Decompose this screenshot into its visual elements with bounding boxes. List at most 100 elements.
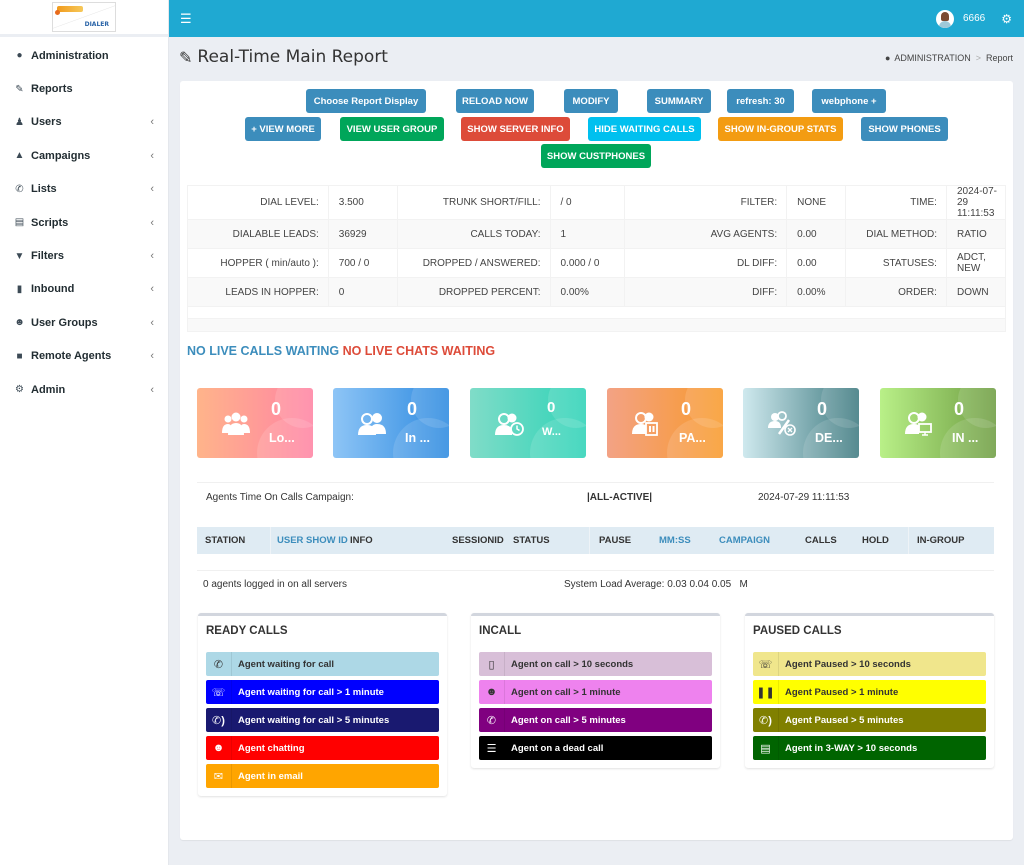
chevron-left-icon: ‹ xyxy=(150,350,154,363)
card-label: Lo... xyxy=(269,431,295,445)
webphone-button[interactable]: webphone + xyxy=(812,89,886,113)
stat-value-statuses: ADCT, NEW xyxy=(945,248,1007,278)
view-user-group-button[interactable]: VIEW USER GROUP xyxy=(340,117,444,141)
stat-value-dial-level: 3.500 xyxy=(327,185,398,220)
legend-item-label: Agent on call > 10 seconds xyxy=(511,658,634,670)
card-label: PA... xyxy=(679,431,706,445)
stat-value-filter: NONE xyxy=(786,185,847,220)
legend-item: ✆) Agent waiting for call > 5 minutes xyxy=(206,708,439,732)
legend-title: PAUSED CALLS xyxy=(753,625,842,637)
summary-button[interactable]: SUMMARY xyxy=(647,89,711,113)
page-title-text: Real-Time Main Report xyxy=(197,47,388,67)
card-count: 0 xyxy=(547,399,556,416)
legend-item-label: Agent waiting for call > 5 minutes xyxy=(238,714,390,726)
sidebar-item-lists[interactable]: ✆ Lists ‹ xyxy=(0,173,168,206)
users-icon: ☻ xyxy=(14,317,25,329)
column-header-user-show-id[interactable]: USER SHOW ID xyxy=(277,535,348,546)
agents-monitor-icon xyxy=(905,412,932,436)
show-ingroup-stats-button[interactable]: SHOW IN-GROUP STATS xyxy=(718,117,843,141)
sidebar-item-user-groups[interactable]: ☻ User Groups ‹ xyxy=(0,306,168,339)
choose-report-display-button[interactable]: Choose Report Display xyxy=(306,89,426,113)
live-chats-waiting-text: NO LIVE CHATS WAITING xyxy=(342,344,496,358)
show-phones-button[interactable]: SHOW PHONES xyxy=(861,117,948,141)
file-text-icon: ▤ xyxy=(14,217,25,229)
legend-item-label: Agent waiting for call xyxy=(238,658,335,670)
stat-value-trunk-short-fill: / 0 xyxy=(549,185,626,220)
agents-table-header: STATION USER SHOW ID INFO SESSIONID STAT… xyxy=(197,527,994,554)
waiting-status: NO LIVE CALLS WAITING NO LIVE CHATS WAIT… xyxy=(187,344,495,358)
envelope-icon: ✉ xyxy=(206,764,232,788)
card-label: DE... xyxy=(815,431,843,445)
stat-value-dialable-leads: 36929 xyxy=(327,219,398,249)
sidebar-item-administration[interactable]: ● Administration xyxy=(0,39,168,72)
legend-item: ☻ Agent chatting xyxy=(206,736,439,760)
sidebar-item-reports[interactable]: ✎ Reports xyxy=(0,72,168,105)
sidebar-item-campaigns[interactable]: ▲ Campaigns ‹ xyxy=(0,139,168,172)
menu-toggle-icon[interactable]: ☰ xyxy=(180,11,192,27)
chevron-left-icon: ‹ xyxy=(150,283,154,296)
username[interactable]: 6666 xyxy=(963,13,985,24)
sidebar-item-scripts[interactable]: ▤ Scripts ‹ xyxy=(0,206,168,239)
live-calls-waiting-text: NO LIVE CALLS WAITING xyxy=(187,344,340,358)
agents-pause-icon xyxy=(632,412,658,436)
stat-value-dropped-answered: 0.000 / 0 xyxy=(549,248,626,278)
reload-now-button[interactable]: RELOAD NOW xyxy=(456,89,534,113)
breadcrumb-item-report: Report xyxy=(985,53,1013,63)
sidebar-item-filters[interactable]: ▼ Filters ‹ xyxy=(0,239,168,272)
phone-square-icon: ☏ xyxy=(753,652,779,676)
card-label: In ... xyxy=(405,431,430,445)
hide-waiting-calls-button[interactable]: HIDE WAITING CALLS xyxy=(588,117,701,141)
view-more-button[interactable]: + VIEW MORE xyxy=(245,117,321,141)
settings-gears-icon[interactable]: ⚙ xyxy=(1001,12,1012,26)
users-icon: ☻ xyxy=(206,736,232,760)
stat-card-dead[interactable]: 0 DE... xyxy=(743,388,859,458)
mobile-icon: ▯ xyxy=(479,652,505,676)
legend-item: ☰ Agent on a dead call xyxy=(479,736,712,760)
sidebar-item-remote-agents[interactable]: ■ Remote Agents ‹ xyxy=(0,340,168,373)
breadcrumb-item-administration[interactable]: ADMINISTRATION xyxy=(894,53,970,63)
sidebar-item-users[interactable]: ♟ Users ‹ xyxy=(0,106,168,139)
top-navbar: ☰ 6666 ⚙ xyxy=(169,0,1024,37)
show-custphones-button[interactable]: SHOW CUSTPHONES xyxy=(541,144,651,168)
legend-item-label: Agent in email xyxy=(238,770,303,782)
logo-sun-mark xyxy=(55,6,83,15)
modify-button[interactable]: MODIFY xyxy=(564,89,618,113)
refresh-interval-button[interactable]: refresh: 30 xyxy=(727,89,794,113)
stats-spacer-row xyxy=(187,318,1006,332)
column-header-campaign[interactable]: CAMPAIGN xyxy=(719,535,770,546)
bullhorn-icon: ▲ xyxy=(14,150,25,162)
stat-label: AVG AGENTS: xyxy=(624,219,788,249)
sidebar-item-admin[interactable]: ⚙ Admin ‹ xyxy=(0,373,168,406)
show-server-info-button[interactable]: SHOW SERVER INFO xyxy=(461,117,570,141)
sidebar-item-inbound[interactable]: ▮ Inbound ‹ xyxy=(0,273,168,306)
agents-clock-icon xyxy=(495,413,524,436)
legend-item: ✆) Agent Paused > 5 minutes xyxy=(753,708,986,732)
column-header-mmss[interactable]: MM:SS xyxy=(659,535,691,546)
stat-card-in-calls[interactable]: 0 In ... xyxy=(333,388,449,458)
stats-row: DIALABLE LEADS: 36929 CALLS TODAY: 1 AVG A… xyxy=(187,219,1007,249)
legend-item: ❚❚ Agent Paused > 1 minute xyxy=(753,680,986,704)
stat-card-paused[interactable]: 0 PA... xyxy=(607,388,723,458)
sidebar-item-label: Reports xyxy=(31,83,73,96)
chevron-left-icon: ‹ xyxy=(150,250,154,263)
stat-card-in-group[interactable]: 0 IN ... xyxy=(880,388,996,458)
legend-item: ☻ Agent on call > 1 minute xyxy=(479,680,712,704)
agents-summary-row: 0 agents logged in on all servers System… xyxy=(197,570,994,600)
column-header-calls: CALLS xyxy=(805,535,837,546)
legend-panel-paused-calls: PAUSED CALLS ☏ Agent Paused > 10 seconds … xyxy=(745,613,994,768)
sidebar-item-label: Users xyxy=(31,116,62,129)
legend-item-label: Agent Paused > 10 seconds xyxy=(785,658,911,670)
user-menu[interactable]: 6666 ⚙ xyxy=(935,9,1024,28)
stat-card-waiting[interactable]: 0 W... xyxy=(470,388,586,458)
stat-card-logged-in[interactable]: 0 Lo... xyxy=(197,388,313,458)
stat-label: TIME: xyxy=(845,185,947,220)
edit-icon: ✎ xyxy=(15,83,24,95)
card-label: IN ... xyxy=(952,431,979,445)
user-avatar[interactable] xyxy=(935,9,954,28)
sidebar-item-label: Inbound xyxy=(31,283,75,296)
stat-label: DROPPED / ANSWERED: xyxy=(396,248,551,278)
campaign-selector[interactable]: |ALL-ACTIVE| xyxy=(587,492,652,503)
legend-item: ☏ Agent waiting for call > 1 minute xyxy=(206,680,439,704)
app-logo[interactable]: DIALER xyxy=(52,2,116,32)
column-header-status: STATUS xyxy=(513,535,550,546)
